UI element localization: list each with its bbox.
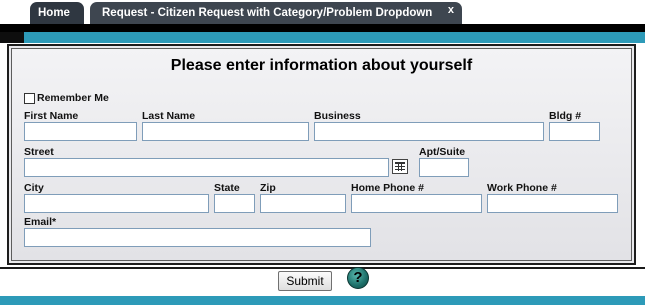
header-accent-band: [24, 32, 645, 43]
last-name-input[interactable]: [142, 122, 309, 141]
tab-request[interactable]: Request - Citizen Request with Category/…: [90, 2, 462, 24]
form-panel-inner: Please enter information about yourself …: [11, 48, 632, 261]
city-label: City: [24, 182, 44, 194]
tab-request-label: Request - Citizen Request with Category/…: [102, 7, 433, 19]
zip-label: Zip: [260, 182, 276, 194]
bldg-input[interactable]: [549, 122, 600, 141]
first-name-input[interactable]: [24, 122, 137, 141]
tab-home[interactable]: Home: [30, 2, 84, 24]
email-label: Email*: [24, 216, 57, 228]
street-input[interactable]: [24, 158, 389, 177]
email-input[interactable]: [24, 228, 371, 247]
remember-me-label: Remember Me: [37, 92, 109, 104]
submit-button[interactable]: Submit: [278, 271, 332, 291]
home-phone-label: Home Phone #: [351, 182, 424, 194]
remember-me-checkbox[interactable]: [24, 93, 35, 104]
home-phone-input[interactable]: [351, 194, 482, 213]
city-input[interactable]: [24, 194, 209, 213]
address-lookup-icon[interactable]: [392, 159, 408, 174]
business-label: Business: [314, 110, 361, 122]
apt-suite-input[interactable]: [419, 158, 469, 177]
apt-suite-label: Apt/Suite: [419, 146, 466, 158]
footer-accent-band: [0, 296, 645, 305]
street-label: Street: [24, 146, 54, 158]
tab-home-label: Home: [38, 7, 70, 19]
work-phone-input[interactable]: [487, 194, 618, 213]
form-panel: Please enter information about yourself …: [7, 44, 636, 265]
state-label: State: [214, 182, 240, 194]
panel-bottom-rule: [0, 267, 645, 269]
header-band-left: [0, 32, 24, 43]
tab-bar: Home Request - Citizen Request with Cate…: [0, 0, 645, 26]
first-name-label: First Name: [24, 110, 79, 122]
bldg-label: Bldg #: [549, 110, 582, 122]
work-phone-label: Work Phone #: [487, 182, 557, 194]
business-input[interactable]: [314, 122, 544, 141]
zip-input[interactable]: [260, 194, 346, 213]
form-title: Please enter information about yourself: [170, 57, 473, 74]
state-input[interactable]: [214, 194, 255, 213]
header-band: [0, 24, 645, 32]
close-icon[interactable]: x: [448, 0, 454, 21]
last-name-label: Last Name: [142, 110, 196, 122]
help-icon[interactable]: ?: [347, 267, 369, 289]
